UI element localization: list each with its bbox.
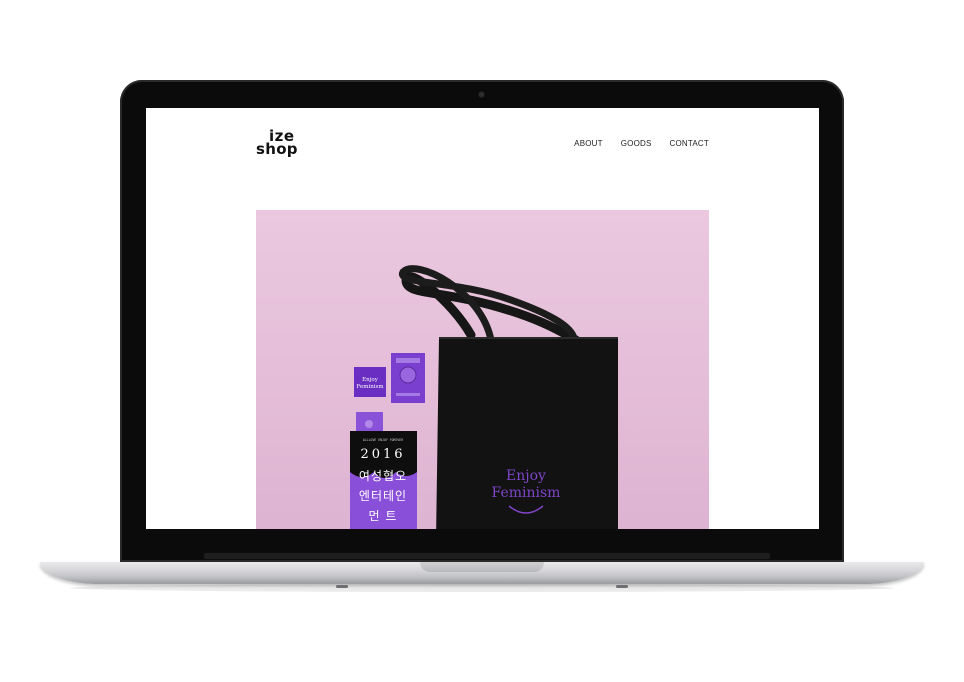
product-photo: Enjoy Feminism Enjoy Feminism ALLLOVE EN… <box>350 265 618 529</box>
camera-icon <box>479 92 484 97</box>
nav-contact[interactable]: CONTACT <box>670 139 709 148</box>
hero-image: Enjoy Feminism Enjoy Feminism ALLLOVE EN… <box>256 210 709 529</box>
book-title-line-1: 여성협오 <box>359 469 407 483</box>
main-nav: ABOUT GOODS CONTACT <box>574 139 709 148</box>
book-title-line-3: 먼 트 <box>369 509 398 523</box>
book-title-line-2: 엔터테인 <box>359 489 407 503</box>
book-header: ALLLOVE ENJOY FOREVER <box>363 438 403 442</box>
screen-bottom-bezel <box>204 553 770 559</box>
badge-text-1: Enjoy <box>362 377 379 383</box>
book-year: 2016 <box>360 447 405 462</box>
laptop-frame: ize shop ABOUT GOODS CONTACT Enjoy Femin… <box>0 0 964 682</box>
nav-about[interactable]: ABOUT <box>574 139 603 148</box>
lid-notch <box>420 562 544 572</box>
badge-text-2: Feminism <box>356 384 384 390</box>
pin-button-icon <box>399 366 417 384</box>
laptop-foot <box>616 585 628 588</box>
base-shadow <box>70 584 894 592</box>
nav-goods[interactable]: GOODS <box>621 139 652 148</box>
site-logo[interactable]: ize shop <box>256 129 298 158</box>
browser-viewport: ize shop ABOUT GOODS CONTACT Enjoy Femin… <box>146 108 819 529</box>
bag-print-line-1: Enjoy <box>506 468 546 484</box>
logo-line-2: shop <box>256 140 298 158</box>
bag-print-line-2: Feminism <box>492 485 561 501</box>
laptop-foot <box>336 585 348 588</box>
